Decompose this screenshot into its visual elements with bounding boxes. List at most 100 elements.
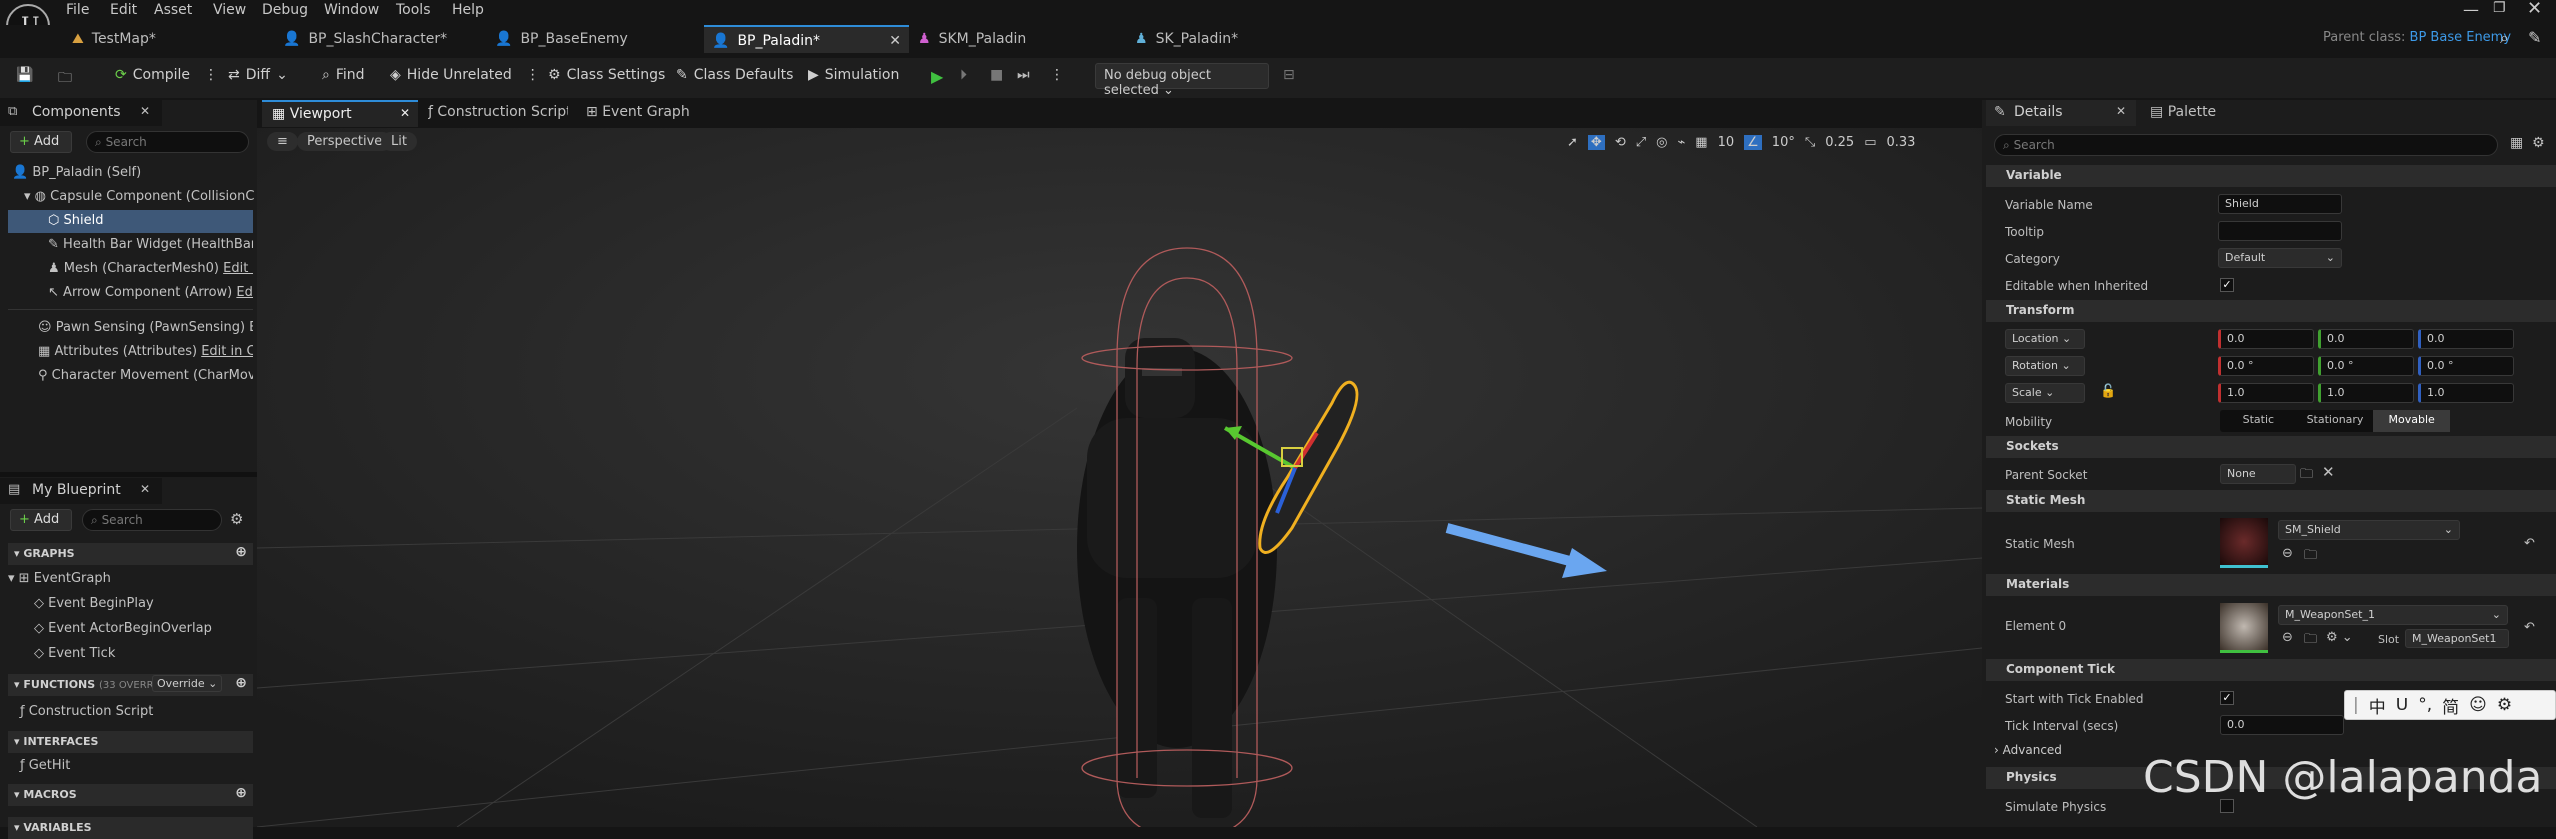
tab-construction-script[interactable]: ƒ Construction Script	[428, 104, 568, 120]
add-component-button[interactable]: + Add	[10, 131, 72, 153]
material-options-icon[interactable]: ⚙ ⌄	[2326, 630, 2353, 645]
rotate-icon[interactable]: ⟲	[1615, 135, 1626, 150]
menu-debug[interactable]: Debug	[262, 2, 308, 18]
close-panel-icon[interactable]: ✕	[140, 104, 150, 118]
camera-speed-icon[interactable]: ▭	[1864, 135, 1876, 150]
add-circle-icon[interactable]: ⊕	[235, 785, 247, 801]
debug-filter-icon[interactable]: ⊟	[1283, 67, 1295, 83]
rotation-snap-icon[interactable]: ∠	[1744, 134, 1762, 150]
menu-tools[interactable]: Tools	[396, 2, 431, 18]
tree-item-arrow[interactable]: ↖ Arrow Component (Arrow) Edit	[48, 285, 253, 300]
tree-item-pawnsensing[interactable]: ☺ Pawn Sensing (PawnSensing) Ec	[38, 320, 253, 335]
grid-snap-value[interactable]: 10	[1718, 135, 1735, 150]
edit-pencil-icon[interactable]: ✎	[2528, 28, 2541, 47]
palette-tab[interactable]: ▤ Palette	[2150, 104, 2216, 120]
tab-testmap[interactable]: ⛰ TestMap*	[72, 25, 277, 53]
options-icon[interactable]: ⋮	[526, 67, 540, 83]
ime-grip-icon[interactable]: |	[2353, 695, 2359, 715]
category-select[interactable]: Default ⌄	[2218, 248, 2342, 268]
tick-enabled-checkbox[interactable]: ✓	[2220, 691, 2234, 705]
add-circle-icon[interactable]: ⊕	[235, 675, 247, 691]
menu-file[interactable]: File	[66, 2, 89, 18]
table-view-icon[interactable]: ▦	[2510, 135, 2523, 151]
tree-item-charmovement[interactable]: ⚲ Character Movement (CharMoveComp)	[38, 368, 253, 383]
browse-icon[interactable]: 🗀	[58, 67, 72, 91]
scale-x-input[interactable]: 1.0	[2218, 383, 2314, 403]
browse-asset-icon[interactable]: 🗀	[2304, 546, 2317, 568]
graphs-section[interactable]: ▾ GRAPHS ⊕	[8, 543, 253, 565]
location-mode-select[interactable]: Location ⌄	[2005, 329, 2085, 349]
debug-object-select[interactable]: No debug object selected ⌄	[1095, 63, 1269, 98]
construction-script-item[interactable]: ƒ Construction Script	[20, 704, 153, 719]
browse-asset-icon[interactable]: 🗀	[2304, 630, 2317, 652]
editable-checkbox[interactable]: ✓	[2220, 278, 2234, 292]
step-icon[interactable]: ⏵	[960, 67, 967, 83]
close-tab-icon[interactable]: ✕	[889, 33, 901, 49]
tooltip-input[interactable]	[2218, 221, 2342, 241]
find-button[interactable]: ⌕ Find	[322, 67, 365, 83]
stop-icon[interactable]: ■	[990, 67, 1003, 83]
tree-item-capsule[interactable]: ▾ ◍ Capsule Component (CollisionCylinder…	[24, 189, 254, 204]
world-space-icon[interactable]: ◎	[1656, 135, 1667, 150]
compile-button[interactable]: ⟳ Compile ⋮	[115, 67, 218, 83]
ime-emoji-icon[interactable]: ☺	[2469, 695, 2487, 715]
event-overlap-item[interactable]: ◇ Event ActorBeginOverlap	[34, 621, 212, 636]
viewport-menu-button[interactable]: ≡	[267, 132, 298, 151]
location-x-input[interactable]: 0.0	[2218, 329, 2314, 349]
section-variable[interactable]: Variable	[1986, 165, 2556, 187]
rotation-mode-select[interactable]: Rotation ⌄	[2005, 356, 2085, 376]
camera-speed-value[interactable]: 0.33	[1887, 135, 1916, 150]
add-circle-icon[interactable]: ⊕	[235, 544, 247, 560]
rotation-snap-value[interactable]: 10°	[1772, 135, 1795, 150]
scale-icon[interactable]: ⤢	[1636, 135, 1646, 150]
diff-button[interactable]: ⇄ Diff ⌄	[228, 67, 288, 83]
details-tab[interactable]: ✎ Details ✕	[1986, 100, 2136, 126]
slot-field[interactable]: M_WeaponSet1	[2405, 629, 2509, 648]
macros-section[interactable]: ▾ MACROS ⊕	[8, 784, 253, 806]
menu-window[interactable]: Window	[324, 2, 379, 18]
close-panel-icon[interactable]: ✕	[2116, 104, 2126, 118]
close-tab-icon[interactable]: ✕	[400, 106, 410, 120]
mobility-static-option[interactable]: Static	[2220, 410, 2297, 432]
menu-asset[interactable]: Asset	[154, 2, 192, 18]
edit-in-link[interactable]: Edit	[236, 285, 253, 300]
ime-chinese-mode-icon[interactable]: 中	[2369, 693, 2386, 718]
material-thumbnail[interactable]	[2220, 603, 2268, 653]
settings-gear-icon[interactable]: ⚙	[2532, 135, 2545, 151]
static-mesh-thumbnail[interactable]	[2220, 518, 2268, 568]
play-icon[interactable]: ▶	[931, 67, 943, 86]
lock-icon[interactable]: 🔓	[2100, 384, 2116, 399]
variable-name-input[interactable]: Shield	[2218, 194, 2342, 214]
scale-snap-value[interactable]: 0.25	[1825, 135, 1854, 150]
functions-section[interactable]: ▾ FUNCTIONS (33 OVERRIDABLE) Override ⌄ ⊕	[8, 674, 253, 696]
close-window-icon[interactable]: ✕	[2527, 0, 2542, 19]
tick-interval-input[interactable]: 0.0	[2220, 715, 2344, 735]
options-icon[interactable]: ⋮	[1050, 67, 1064, 83]
menu-view[interactable]: View	[213, 2, 246, 18]
details-search-input[interactable]: ⌕ Search	[1994, 134, 2498, 156]
play-options-icon[interactable]: ⏭	[1017, 67, 1030, 83]
ime-halfwidth-icon[interactable]: ᑌ	[2396, 695, 2408, 715]
viewport-canvas[interactable]: ≡ Perspective Lit ➚ ✥ ⟲ ⤢ ◎ ⌁ ▦ 10 ∠ 10° ⤡…	[257, 128, 1982, 827]
override-dropdown[interactable]: Override ⌄	[152, 675, 223, 692]
panel-splitter[interactable]	[0, 472, 257, 477]
maximize-icon[interactable]: ❐	[2493, 0, 2506, 16]
parent-socket-field[interactable]: None	[2220, 464, 2296, 484]
tab-event-graph[interactable]: ⊞ Event Graph	[586, 104, 690, 120]
ime-settings-icon[interactable]: ⚙	[2497, 695, 2512, 715]
scale-z-input[interactable]: 1.0	[2418, 383, 2514, 403]
event-graph-item[interactable]: ▾ ⊞ EventGraph	[8, 571, 111, 586]
event-beginplay-item[interactable]: ◇ Event BeginPlay	[34, 596, 154, 611]
settings-gear-icon[interactable]: ⚙	[230, 510, 243, 528]
lit-button[interactable]: Lit	[381, 132, 417, 151]
event-tick-item[interactable]: ◇ Event Tick	[34, 646, 115, 661]
interfaces-section[interactable]: ▾ INTERFACES	[8, 731, 253, 753]
add-blueprint-item-button[interactable]: + Add	[10, 509, 72, 531]
options-icon[interactable]: ⋮	[204, 67, 218, 83]
menu-edit[interactable]: Edit	[110, 2, 137, 18]
blueprint-search-input[interactable]: ⌕ Search	[82, 509, 222, 531]
search-icon[interactable]: ⌕	[2500, 28, 2509, 48]
simulation-button[interactable]: ▶ Simulation	[808, 67, 899, 83]
tree-item-shield[interactable]: ⬡ Shield	[48, 213, 103, 228]
tab-bp-baseenemy[interactable]: 👤 BP_BaseEnemy	[495, 25, 700, 53]
